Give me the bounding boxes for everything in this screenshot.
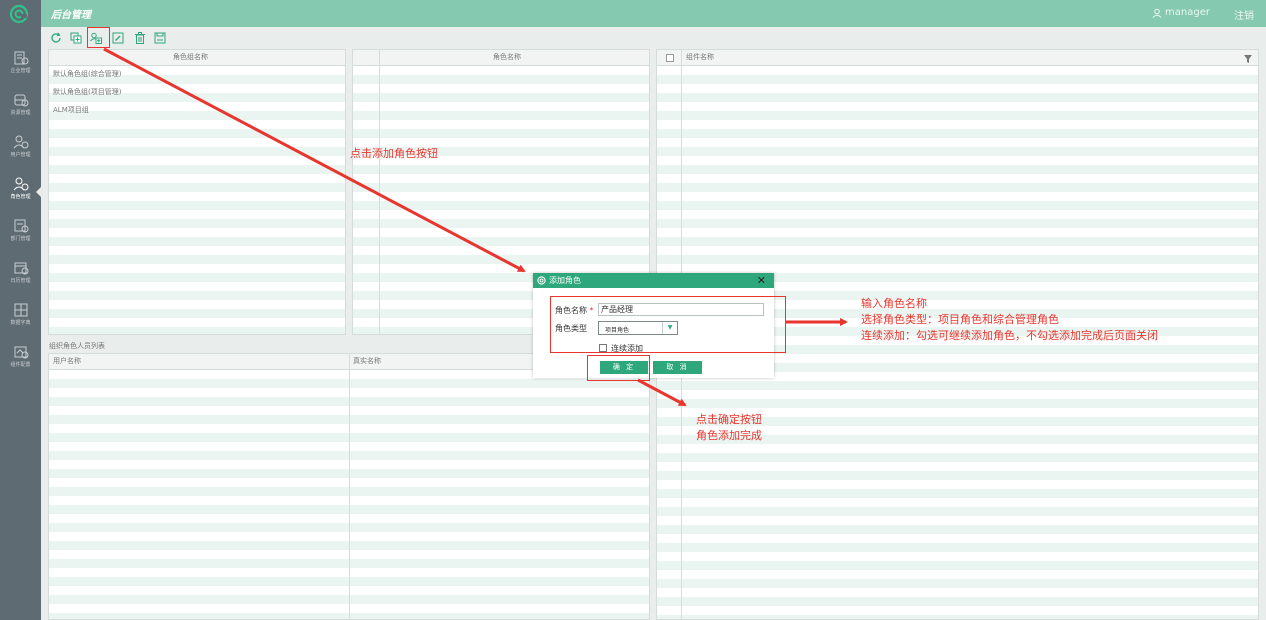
highlight-add-role bbox=[87, 27, 110, 48]
close-icon[interactable]: ✕ bbox=[757, 273, 766, 288]
logo-icon bbox=[537, 276, 546, 285]
annotation-continuous: 连续添加：勾选可继续添加角色，不勾选添加完成后页面关闭 bbox=[861, 329, 1158, 342]
annotation-click-ok: 点击确定按钮 bbox=[696, 413, 762, 426]
annotation-input-name: 输入角色名称 bbox=[861, 297, 927, 310]
arrow-to-confirm-note bbox=[637, 378, 687, 407]
annotation-click-add: 点击添加角色按钮 bbox=[350, 147, 438, 160]
highlight-ok-button bbox=[587, 355, 650, 381]
dialog-titlebar: 添加角色 ✕ bbox=[533, 273, 774, 288]
arrow-to-dialog bbox=[103, 47, 526, 273]
annotation-role-type: 选择角色类型：项目角色和综合管理角色 bbox=[861, 313, 1059, 326]
annotation-done: 角色添加完成 bbox=[696, 429, 762, 442]
highlight-form-fields bbox=[550, 296, 786, 353]
cancel-button[interactable]: 取 消 bbox=[653, 361, 702, 374]
dialog-title: 添加角色 bbox=[549, 276, 581, 285]
